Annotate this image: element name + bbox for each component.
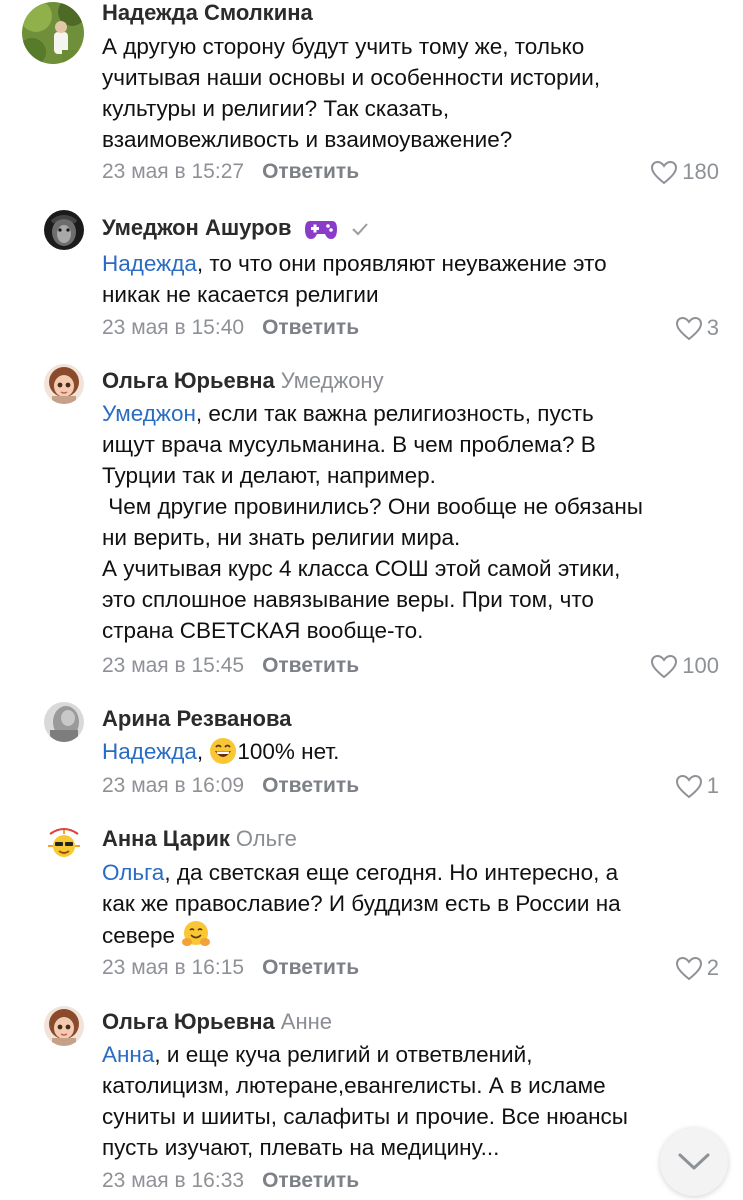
mention-link[interactable]: Умеджон (102, 401, 196, 426)
author-name[interactable]: Анна Царик (102, 826, 230, 851)
text-line: никак не касается религии (102, 282, 379, 307)
author-name[interactable]: Надежда Смолкина (102, 0, 313, 26)
timestamp: 23 мая в 15:27 (102, 160, 245, 183)
text-line: культуры и религии? Так сказать, (102, 96, 450, 121)
heart-outline-icon (675, 956, 702, 980)
comment-text: Надежда, 100% нет. (102, 736, 732, 767)
reply-to-label[interactable]: Анне (281, 1009, 332, 1034)
heart-outline-icon (675, 774, 702, 798)
mention-link[interactable]: Надежда (102, 251, 197, 276)
reply-button[interactable]: Ответить (262, 160, 359, 183)
text-line: католицизм, лютеране,евангелисты. А в ис… (102, 1073, 606, 1098)
comment-meta: 23 мая в 15:27 Ответить (102, 160, 359, 184)
reply-button[interactable]: Ответить (262, 774, 359, 797)
text-line: суниты и шииты, салафиты и прочие. Все н… (102, 1104, 628, 1129)
text-line: севере (102, 919, 732, 951)
author-name-line: Анна Царик Ольге (102, 826, 297, 852)
like-button[interactable]: 100 (650, 653, 719, 679)
chevron-down-icon (678, 1153, 710, 1170)
timestamp: 23 мая в 16:09 (102, 774, 245, 797)
text-line: Умеджон, если так важна религиозность, п… (102, 398, 732, 429)
comment-text: Умеджон, если так важна религиозность, п… (102, 398, 732, 646)
like-count: 2 (706, 955, 719, 980)
avatar[interactable] (44, 210, 84, 250)
comment-meta: 23 мая в 15:40 Ответить (102, 316, 359, 340)
avatar[interactable] (44, 822, 84, 862)
comment-text: Анна, и еще куча религий и ответвлений, … (102, 1039, 732, 1163)
reply-button[interactable]: Ответить (262, 956, 359, 979)
reply-to-label[interactable]: Ольге (236, 826, 297, 851)
text-line: ищут врача мусульманина. В чем проблема?… (102, 432, 596, 457)
like-button[interactable]: 1 (675, 773, 719, 799)
avatar[interactable] (44, 1006, 84, 1046)
text-line: Анна, и еще куча религий и ответвлений, (102, 1039, 732, 1070)
author-name[interactable]: Ольга Юрьевна (102, 1009, 275, 1034)
reply-button[interactable]: Ответить (262, 1169, 359, 1192)
text-line: Чем другие провинились? Они вообще не об… (102, 494, 643, 519)
timestamp: 23 мая в 15:40 (102, 316, 245, 339)
text-line: Надежда, 100% нет. (102, 738, 340, 764)
author-name[interactable]: Арина Резванова (102, 706, 291, 732)
comment-meta: 23 мая в 15:45 Ответить (102, 654, 359, 678)
timestamp: 23 мая в 15:45 (102, 654, 245, 677)
comment-meta: 23 мая в 16:09 Ответить (102, 774, 359, 798)
hugging-face-emoji-icon (182, 921, 211, 946)
gamepad-emoji-icon (304, 221, 337, 240)
text-line: страна СВЕТСКАЯ вообще-то. (102, 618, 424, 643)
author-name-line: Ольга Юрьевна Анне (102, 1009, 332, 1035)
text-line: Турции так и делают, например. (102, 463, 436, 488)
scroll-down-button[interactable] (660, 1128, 728, 1196)
text-segment: , если так важна религиозность, пусть (195, 401, 594, 426)
heart-outline-icon (651, 654, 678, 678)
comment-meta: 23 мая в 16:15 Ответить (102, 956, 359, 980)
like-count: 3 (706, 315, 719, 340)
like-count: 1 (706, 773, 719, 798)
avatar[interactable] (44, 364, 84, 404)
timestamp: 23 мая в 16:33 (102, 1169, 245, 1192)
heart-outline-icon (651, 160, 678, 184)
text-line: взаимовежливость и взаимоуважение? (102, 127, 513, 152)
text-line: А учитывая курс 4 класса СОШ этой самой … (102, 556, 621, 581)
comment-meta: 23 мая в 16:33 Ответить (102, 1169, 359, 1193)
reply-to-label[interactable]: Умеджону (281, 368, 384, 393)
author-name[interactable]: Умеджон Ашуров (102, 215, 292, 240)
timestamp: 23 мая в 16:15 (102, 956, 245, 979)
like-button[interactable]: 3 (675, 315, 719, 341)
mention-link[interactable]: Надежда (102, 739, 197, 764)
comment-text: Надежда, то что они проявляют неуважение… (102, 248, 732, 310)
checkmark-icon (352, 223, 368, 236)
heart-outline-icon (675, 316, 702, 340)
grinning-face-emoji-icon (210, 738, 237, 764)
avatar[interactable] (44, 702, 84, 742)
comment-text: Ольга, да светская еще сегодня. Но интер… (102, 857, 732, 951)
text-line: Надежда, то что они проявляют неуважение… (102, 248, 732, 279)
text-segment: севере (102, 923, 176, 948)
text-line: Ольга, да светская еще сегодня. Но интер… (102, 857, 732, 888)
text-line: А другую сторону будут учить тому же, то… (102, 34, 585, 59)
reply-button[interactable]: Ответить (262, 654, 359, 677)
text-line: как же православие? И буддизм есть в Рос… (102, 891, 621, 916)
like-button[interactable]: 2 (675, 955, 719, 981)
author-name-line: Умеджон Ашуров (102, 215, 370, 241)
text-line: учитывая наши основы и особенности истор… (102, 65, 601, 90)
text-segment: , и еще куча религий и ответвлений, (154, 1042, 533, 1067)
author-name[interactable]: Ольга Юрьевна (102, 368, 275, 393)
like-count: 100 (682, 653, 719, 678)
like-button[interactable]: 180 (650, 159, 719, 185)
text-line: ни верить, ни знать религии мира. (102, 525, 461, 550)
like-count: 180 (682, 159, 719, 184)
text-line: пусть изучают, плевать на медицину... (102, 1135, 500, 1160)
text-line: это сплошное навязывание веры. При том, … (102, 587, 594, 612)
author-name-line: Ольга Юрьевна Умеджону (102, 368, 384, 394)
comment-text: А другую сторону будут учить тому же, то… (102, 31, 732, 155)
mention-link[interactable]: Ольга (102, 860, 164, 885)
avatar[interactable] (22, 2, 84, 64)
text-segment: 100% нет. (237, 739, 340, 764)
text-segment: , да светская еще сегодня. Но интересно,… (164, 860, 619, 885)
text-segment: , то что они проявляют неуважение это (196, 251, 607, 276)
reply-button[interactable]: Ответить (262, 316, 359, 339)
mention-link[interactable]: Анна (102, 1042, 154, 1067)
